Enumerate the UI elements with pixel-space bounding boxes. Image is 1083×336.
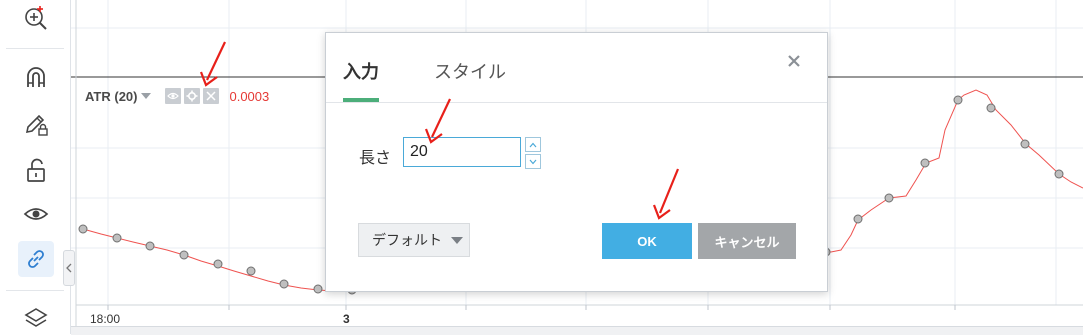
- close-icon[interactable]: [786, 53, 802, 69]
- link-icon[interactable]: [18, 241, 54, 277]
- dialog-tabs: 入力 スタイル: [326, 33, 827, 103]
- indicator-name[interactable]: ATR (20): [85, 89, 137, 104]
- increment-button[interactable]: [525, 137, 541, 152]
- annotation-arrow-icon: [652, 168, 680, 220]
- defaults-label: デフォルト: [372, 232, 442, 248]
- left-toolbar: [0, 0, 75, 336]
- layers-icon[interactable]: [18, 300, 54, 336]
- magnet-icon[interactable]: [18, 60, 54, 96]
- length-label: 長さ: [359, 150, 392, 167]
- cancel-button[interactable]: キャンセル: [698, 223, 796, 259]
- eye-icon[interactable]: [18, 196, 54, 232]
- pencil-lock-icon[interactable]: [18, 106, 54, 142]
- annotation-arrow-icon: [424, 98, 451, 144]
- annotation-arrow-icon: [199, 41, 226, 87]
- indicator-settings-dialog: 入力 スタイル 長さ デフォルト OK キャンセル: [325, 32, 828, 292]
- close-icon[interactable]: [203, 88, 220, 104]
- length-stepper[interactable]: [525, 137, 541, 170]
- indicator-legend: ATR (20) 0.0003: [85, 88, 269, 104]
- time-axis-label: 18:00: [90, 312, 121, 326]
- time-axis-label: 3: [343, 312, 350, 326]
- eye-icon[interactable]: [165, 88, 182, 104]
- tab-inputs[interactable]: 入力: [343, 58, 379, 84]
- tab-style[interactable]: スタイル: [434, 58, 506, 84]
- unlock-icon[interactable]: [18, 152, 54, 188]
- chevron-down-icon[interactable]: [141, 93, 152, 99]
- zoom-in-icon[interactable]: [18, 0, 54, 36]
- decrement-button[interactable]: [525, 154, 541, 169]
- gear-icon[interactable]: [184, 88, 201, 104]
- defaults-dropdown[interactable]: デフォルト: [358, 223, 470, 257]
- ok-button[interactable]: OK: [602, 223, 692, 259]
- indicator-value: 0.0003: [229, 88, 270, 104]
- active-tab-indicator: [343, 98, 379, 102]
- chevron-down-icon: [451, 236, 463, 244]
